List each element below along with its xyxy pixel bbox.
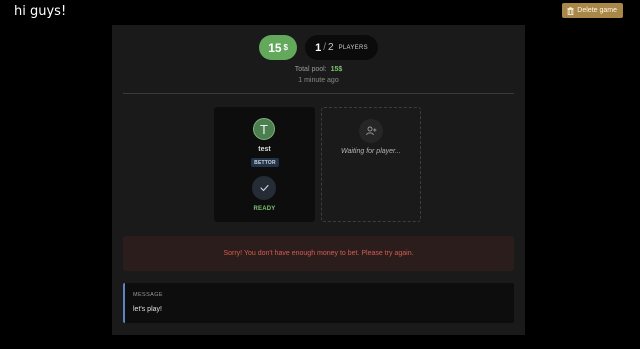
message-box: MESSAGE let's play! (123, 283, 514, 323)
player-card: T test BETTOR READY (214, 107, 315, 222)
delete-game-button[interactable]: Delete game (562, 3, 623, 18)
players-max: 2 (328, 42, 334, 53)
divider (123, 93, 514, 94)
total-pool-label: Total pool: (294, 66, 327, 73)
error-alert: Sorry! You don't have enough money to be… (123, 236, 514, 271)
add-user-icon (365, 126, 377, 136)
game-summary: 15 $ 1 / 2 PLAYERS (112, 35, 525, 60)
bet-amount-chip: 15 $ (259, 35, 298, 60)
avatar: T (253, 118, 275, 140)
total-pool-amount: 15$ (330, 66, 343, 73)
bet-amount-value: 15 (268, 40, 282, 55)
players-count-chip: 1 / 2 PLAYERS (305, 35, 378, 60)
check-icon (259, 184, 269, 192)
message-text: let's play! (133, 306, 162, 313)
message-label: MESSAGE (133, 292, 164, 298)
players-separator: / (323, 42, 326, 53)
bet-amount-unit: $ (283, 43, 288, 52)
players-current: 1 (315, 41, 322, 54)
role-badge: BETTOR (251, 158, 279, 167)
ready-label: READY (253, 206, 276, 212)
invite-player (359, 119, 383, 143)
error-alert-text: Sorry! You don't have enough money to be… (223, 250, 414, 257)
created-time: 1 minute ago (298, 77, 339, 84)
page-title: hi guys! (14, 4, 67, 19)
ready-status (252, 176, 276, 200)
players-label: PLAYERS (338, 44, 368, 51)
game-panel: 15 $ 1 / 2 PLAYERS Total pool: 15$ 1 minu… (112, 25, 525, 335)
total-pool: Total pool: 15$ (112, 66, 525, 73)
delete-game-label: Delete game (577, 7, 617, 14)
waiting-text: Waiting for player... (341, 148, 401, 155)
player-name: test (258, 146, 271, 153)
waiting-slot: Waiting for player... (321, 107, 421, 222)
trash-icon (567, 6, 574, 15)
